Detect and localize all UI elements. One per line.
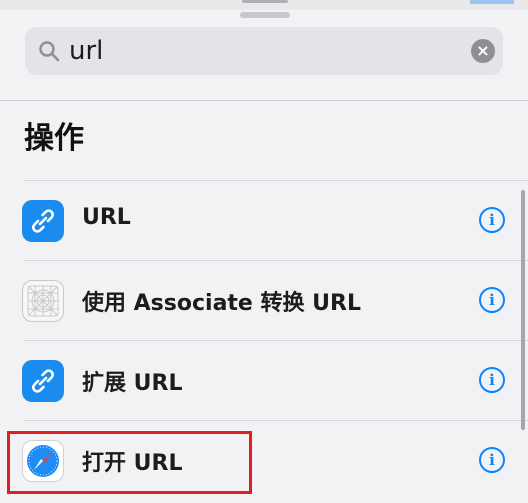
list-item-expand-url[interactable]: 扩展 URL i bbox=[0, 340, 528, 420]
link-icon bbox=[22, 200, 64, 242]
info-icon[interactable]: i bbox=[479, 447, 505, 473]
row-divider bbox=[24, 420, 528, 421]
sheet-grabber[interactable] bbox=[240, 12, 290, 18]
search-input[interactable]: url bbox=[69, 35, 103, 67]
peek-button-fragment bbox=[470, 0, 514, 4]
top-peek-bar bbox=[0, 0, 528, 10]
row-divider bbox=[24, 340, 528, 341]
peek-title-fragment bbox=[242, 0, 288, 3]
header-divider bbox=[0, 100, 528, 101]
list-item-label: 扩展 URL bbox=[82, 371, 183, 396]
highlight-box bbox=[7, 431, 252, 494]
clear-search-icon[interactable]: × bbox=[471, 39, 495, 63]
info-icon[interactable]: i bbox=[479, 207, 505, 233]
list-item-label: 使用 Associate 转换 URL bbox=[82, 291, 361, 316]
row-divider bbox=[24, 260, 528, 261]
associate-grid-icon bbox=[22, 280, 64, 322]
link-icon bbox=[22, 360, 64, 402]
info-icon[interactable]: i bbox=[479, 287, 505, 313]
row-divider bbox=[24, 180, 528, 181]
list-item-label: URL bbox=[82, 205, 131, 230]
search-field[interactable]: url × bbox=[25, 27, 503, 75]
list-item-associate-url[interactable]: 使用 Associate 转换 URL i bbox=[0, 260, 528, 340]
list-item-url[interactable]: URL i bbox=[0, 180, 528, 260]
search-icon bbox=[39, 41, 60, 62]
section-title: 操作 bbox=[24, 121, 84, 156]
scrollbar[interactable] bbox=[521, 190, 525, 430]
info-icon[interactable]: i bbox=[479, 367, 505, 393]
